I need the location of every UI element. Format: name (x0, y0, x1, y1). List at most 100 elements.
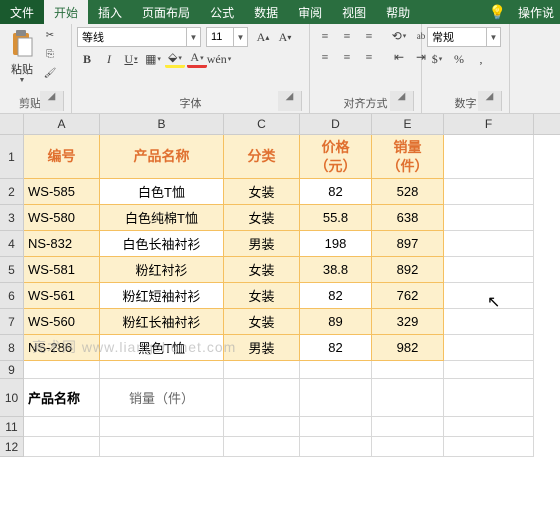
cell[interactable] (444, 437, 534, 457)
cell[interactable]: 编号 (24, 135, 100, 179)
number-format-dropdown[interactable]: ▼ (487, 27, 501, 47)
font-name-dropdown[interactable]: ▼ (187, 27, 201, 47)
row-header[interactable]: 4 (0, 231, 24, 257)
cell[interactable]: 销量 （件） (372, 135, 444, 179)
col-header-E[interactable]: E (372, 114, 444, 134)
cell[interactable]: 198 (300, 231, 372, 257)
increase-font-icon[interactable]: A▴ (253, 28, 273, 46)
row-header[interactable]: 5 (0, 257, 24, 283)
cell[interactable] (100, 437, 224, 457)
cell[interactable] (224, 417, 300, 437)
bold-button[interactable]: B (77, 50, 97, 68)
menu-file[interactable]: 文件 (0, 0, 44, 24)
row-header[interactable]: 1 (0, 135, 24, 179)
cell[interactable] (444, 231, 534, 257)
border-button[interactable]: ▦▾ (143, 50, 163, 68)
orientation-icon[interactable]: ⟲▾ (389, 27, 409, 45)
dialog-launcher-icon[interactable]: ◢ (278, 91, 302, 111)
col-header-C[interactable]: C (224, 114, 300, 134)
row-header[interactable]: 8 (0, 335, 24, 361)
row-header[interactable]: 7 (0, 309, 24, 335)
cell[interactable]: 528 (372, 179, 444, 205)
italic-button[interactable]: I (99, 50, 119, 68)
fill-color-button[interactable]: ⬙▾ (165, 50, 185, 68)
row-header[interactable]: 2 (0, 179, 24, 205)
cell[interactable]: 销量（件） (100, 379, 224, 417)
cell[interactable] (444, 379, 534, 417)
cell[interactable]: 女装 (224, 283, 300, 309)
cell[interactable]: 白色T恤 (100, 179, 224, 205)
row-header[interactable]: 6 (0, 283, 24, 309)
cell[interactable] (444, 361, 534, 379)
cell[interactable]: 男装 (224, 231, 300, 257)
number-format-input[interactable] (427, 27, 487, 47)
menu-review[interactable]: 审阅 (288, 0, 332, 24)
cell[interactable] (24, 417, 100, 437)
dialog-launcher-icon[interactable]: ◢ (40, 91, 64, 111)
cell[interactable] (372, 417, 444, 437)
font-name-input[interactable] (77, 27, 187, 47)
cell[interactable] (300, 379, 372, 417)
cell[interactable] (444, 417, 534, 437)
cell[interactable] (100, 417, 224, 437)
cell[interactable] (300, 361, 372, 379)
cell[interactable] (444, 335, 534, 361)
cell[interactable] (100, 361, 224, 379)
cell[interactable]: 638 (372, 205, 444, 231)
lightbulb-icon[interactable]: 💡 (483, 0, 512, 24)
align-bottom-icon[interactable]: ≡ (359, 27, 379, 45)
select-all-corner[interactable] (0, 114, 24, 134)
percent-icon[interactable]: % (449, 50, 469, 68)
cell[interactable] (444, 309, 534, 335)
menu-data[interactable]: 数据 (244, 0, 288, 24)
copy-icon[interactable]: ⎘ (41, 46, 59, 62)
currency-icon[interactable]: $▾ (427, 50, 447, 68)
cell[interactable] (24, 361, 100, 379)
cell[interactable] (300, 417, 372, 437)
cell[interactable]: 女装 (224, 257, 300, 283)
align-top-icon[interactable]: ≡ (315, 27, 335, 45)
cell[interactable]: NS-286 (24, 335, 100, 361)
menu-operate[interactable]: 操作说 (512, 0, 560, 24)
cut-icon[interactable]: ✂ (41, 27, 59, 43)
cell[interactable]: 价格 （元） (300, 135, 372, 179)
cell[interactable]: WS-580 (24, 205, 100, 231)
cell[interactable]: NS-832 (24, 231, 100, 257)
comma-icon[interactable]: , (471, 50, 491, 68)
col-header-B[interactable]: B (100, 114, 224, 134)
col-header-F[interactable]: F (444, 114, 534, 134)
underline-button[interactable]: U▾ (121, 50, 141, 68)
cell[interactable] (444, 283, 534, 309)
cell[interactable]: 89 (300, 309, 372, 335)
cell[interactable]: 女装 (224, 309, 300, 335)
cell[interactable]: WS-585 (24, 179, 100, 205)
row-header[interactable]: 3 (0, 205, 24, 231)
cell[interactable]: 82 (300, 283, 372, 309)
cell[interactable]: 粉红衬衫 (100, 257, 224, 283)
cell[interactable]: 分类 (224, 135, 300, 179)
menu-home[interactable]: 开始 (44, 0, 88, 24)
paste-button[interactable]: 粘贴 ▼ (5, 27, 39, 86)
cell[interactable] (224, 361, 300, 379)
cell[interactable]: 黑色T恤 (100, 335, 224, 361)
cell[interactable] (444, 205, 534, 231)
cell[interactable]: 白色纯棉T恤 (100, 205, 224, 231)
cell[interactable]: 897 (372, 231, 444, 257)
cell[interactable] (300, 437, 372, 457)
row-header[interactable]: 10 (0, 379, 24, 417)
row-header[interactable]: 12 (0, 437, 24, 457)
col-header-D[interactable]: D (300, 114, 372, 134)
cell[interactable]: WS-560 (24, 309, 100, 335)
menu-insert[interactable]: 插入 (88, 0, 132, 24)
cell[interactable]: WS-581 (24, 257, 100, 283)
decrease-font-icon[interactable]: A▾ (275, 28, 295, 46)
align-right-icon[interactable]: ≡ (359, 48, 379, 66)
cell[interactable] (372, 379, 444, 417)
cell[interactable] (372, 361, 444, 379)
cell[interactable]: 男装 (224, 335, 300, 361)
cell[interactable] (24, 437, 100, 457)
cell[interactable]: 82 (300, 179, 372, 205)
menu-help[interactable]: 帮助 (376, 0, 420, 24)
dialog-launcher-icon[interactable]: ◢ (390, 91, 414, 111)
cell[interactable]: 982 (372, 335, 444, 361)
